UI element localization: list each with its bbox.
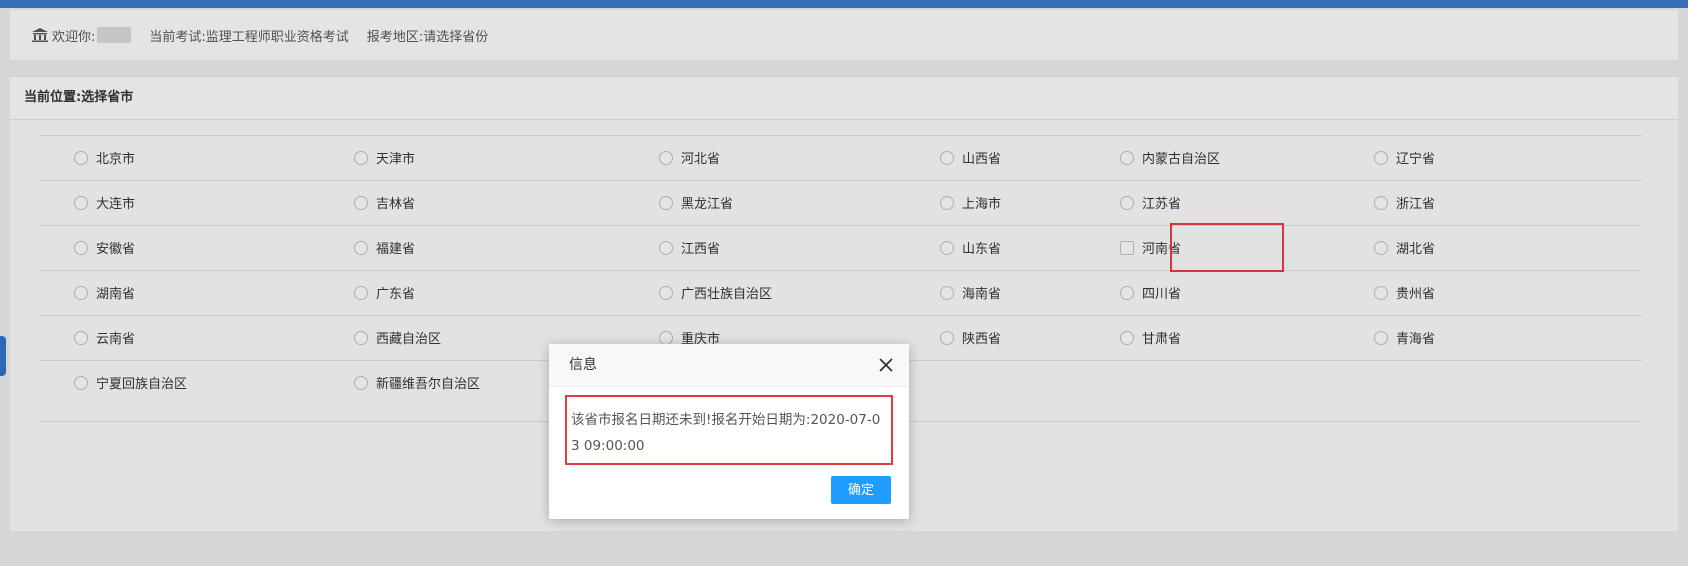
dialog-title: 信息 (569, 357, 597, 373)
info-dialog: 信息 该省市报名日期还未到!报名开始日期为:2020-07-03 09:00:0… (549, 344, 909, 519)
dialog-header: 信息 (549, 344, 909, 387)
ok-button[interactable]: 确定 (831, 476, 891, 504)
close-icon[interactable] (877, 356, 895, 374)
dialog-message: 该省市报名日期还未到!报名开始日期为:2020-07-03 09:00:00 (565, 395, 893, 465)
